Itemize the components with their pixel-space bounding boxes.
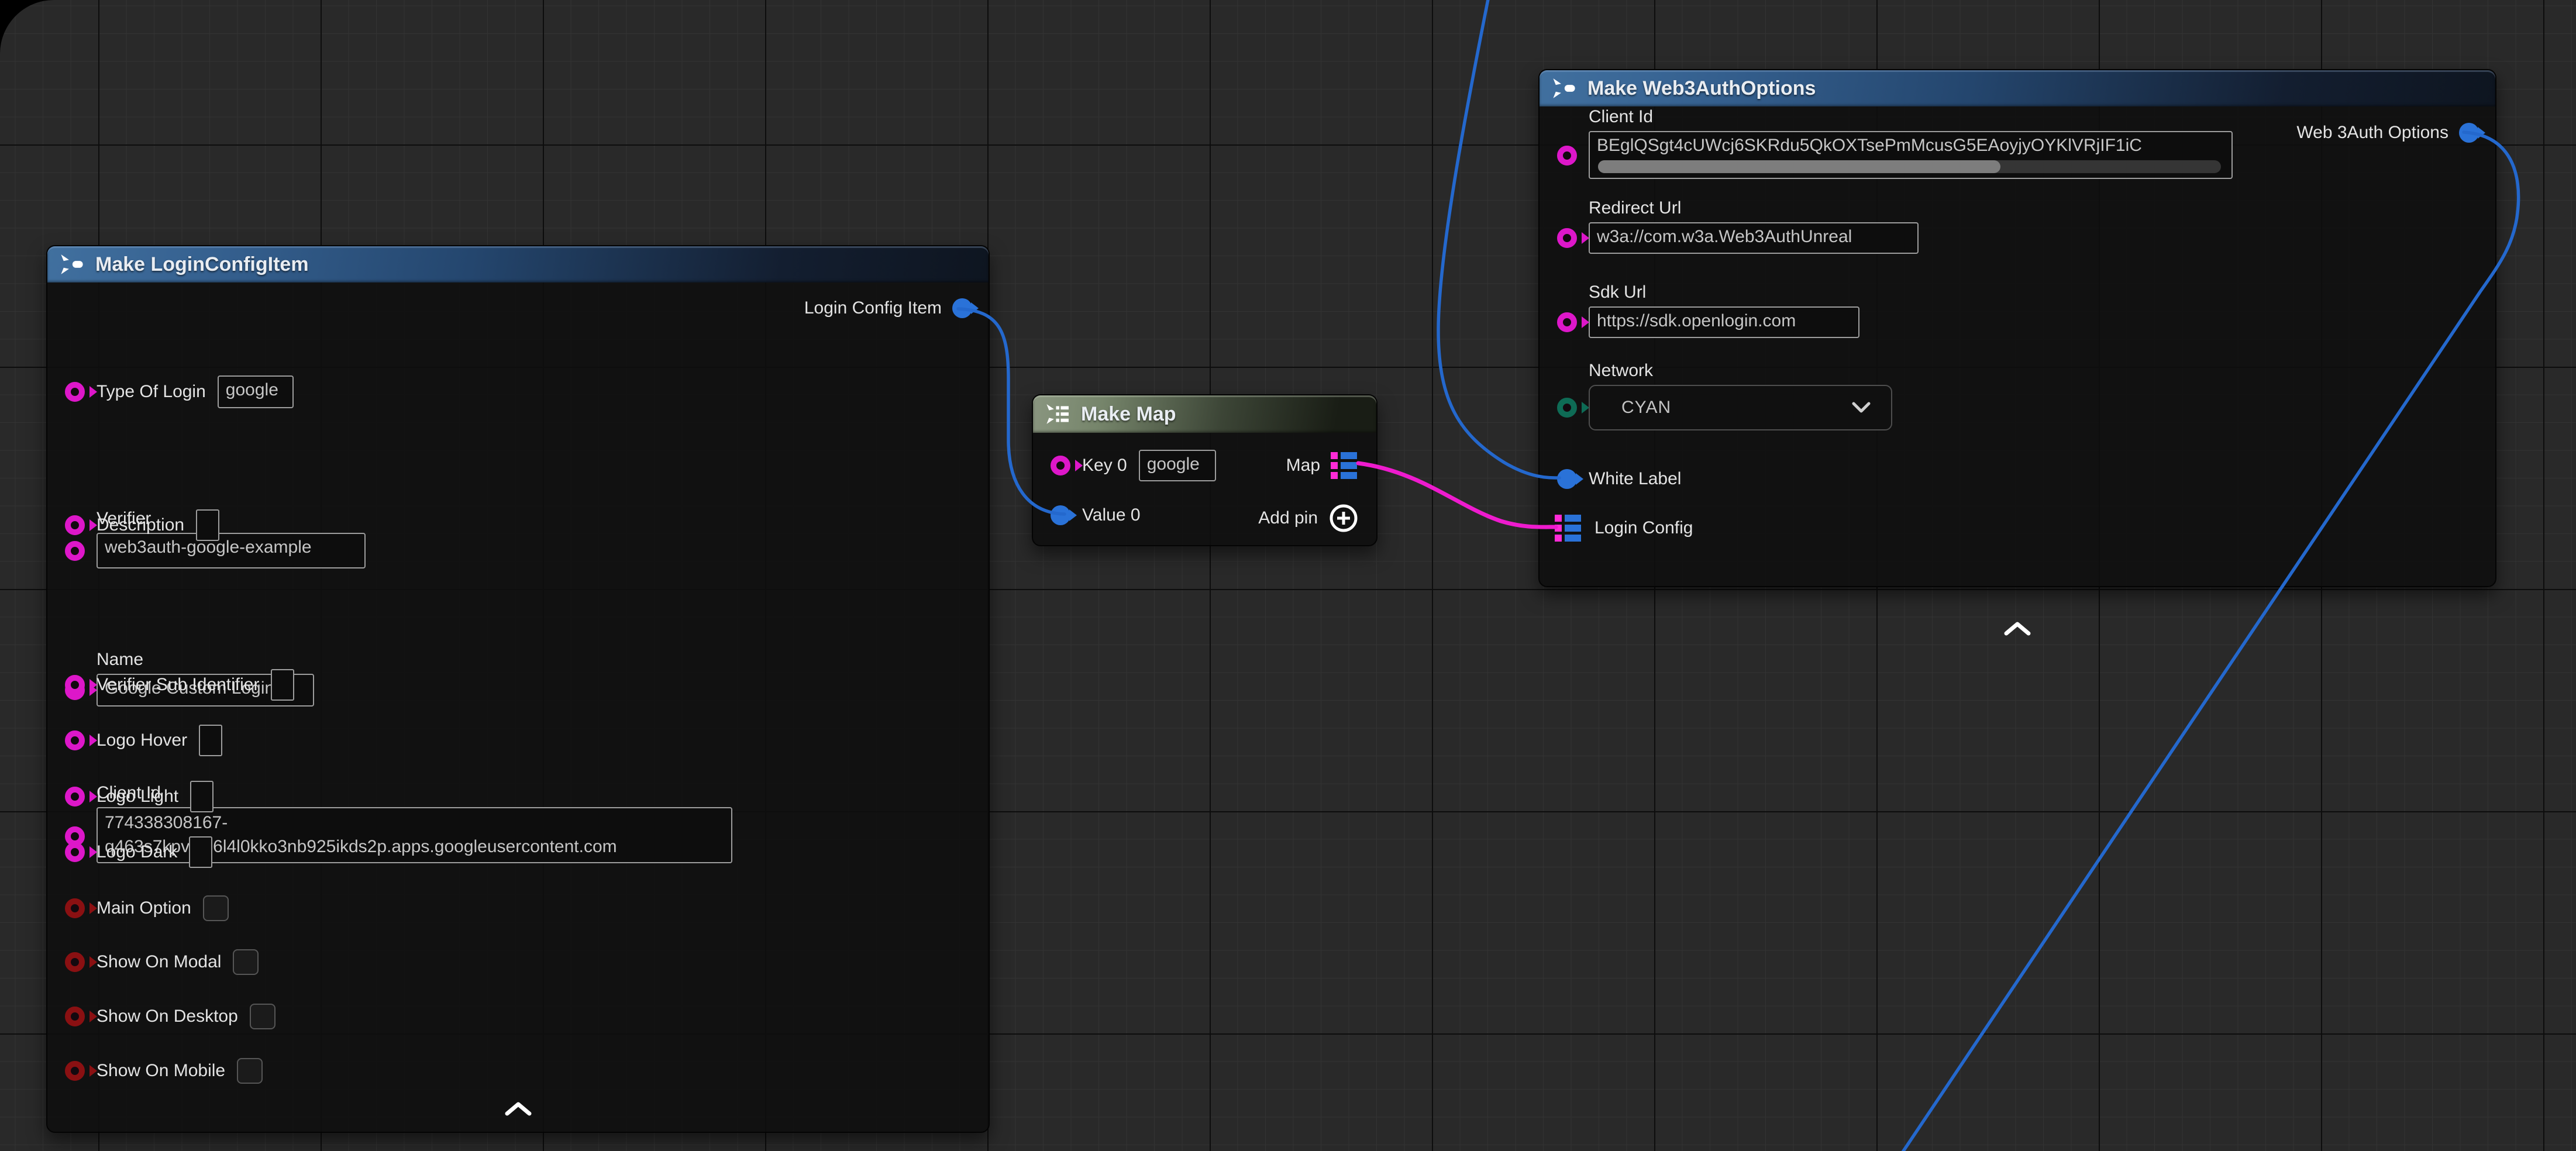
white-label-label: White Label [1589,468,1681,490]
logo-dark-input[interactable] [189,836,212,868]
wire-map-to-login-config [1358,463,1556,527]
chevron-down-icon [1851,401,1871,414]
key-0-label: Key 0 [1082,455,1127,476]
client-id-text: BEglQSgt4cUWcj6SKRdu5QkOXTsePmMcusG5EAoy… [1597,136,2142,155]
show-on-modal-pin[interactable] [65,952,85,972]
show-on-modal-label: Show On Modal [97,952,221,973]
key-0-input[interactable]: google [1139,450,1216,481]
name-label: Name [97,649,314,670]
login-config-item-output-pin[interactable] [952,298,972,318]
logo-hover-input[interactable] [199,725,222,756]
output-pin-label: Login Config Item [804,298,942,319]
collapse-node-button[interactable] [2004,621,2031,636]
logo-dark-label: Logo Dark [97,842,177,863]
show-on-desktop-label: Show On Desktop [97,1006,238,1027]
main-option-label: Main Option [97,898,191,919]
node-title: Make Map [1081,403,1176,426]
node-title: Make LoginConfigItem [95,253,309,276]
make-map-icon [1045,401,1070,427]
node-header[interactable]: Make Web3AuthOptions [1540,70,2495,106]
collapse-node-button[interactable] [505,1101,532,1116]
value-0-pin[interactable] [1051,505,1070,525]
logo-light-label: Logo Light [97,786,178,807]
map-output-label: Map [1286,455,1320,476]
logo-dark-pin[interactable] [65,842,85,862]
make-struct-icon [1551,75,1577,101]
login-config-label: Login Config [1594,518,1693,539]
logo-light-input[interactable] [190,781,213,812]
add-pin-label: Add pin [1258,508,1318,529]
key-0-pin[interactable] [1051,456,1070,475]
verifier-sub-identifier-label: Verifier Sub Identifier [97,674,259,695]
network-selected-value: CYAN [1621,398,1671,418]
node-make-map[interactable]: Make Map Key 0 google Map Value 0 Add pi… [1032,394,1377,546]
show-on-mobile-label: Show On Mobile [97,1060,225,1081]
show-on-modal-checkbox[interactable] [233,949,259,975]
login-config-pin[interactable] [1555,515,1583,542]
show-on-mobile-checkbox[interactable] [237,1058,263,1084]
type-of-login-label: Type Of Login [97,381,206,402]
make-struct-icon [59,251,85,277]
network-label: Network [1589,360,1892,381]
map-output-pin[interactable] [1331,452,1359,479]
type-of-login-pin[interactable] [65,382,85,402]
show-on-desktop-checkbox[interactable] [250,1004,275,1029]
client-id-pin[interactable] [1557,146,1577,166]
logo-hover-label: Logo Hover [97,730,187,751]
node-header[interactable]: Make LoginConfigItem [47,246,989,282]
value-0-label: Value 0 [1082,505,1141,526]
add-pin-button[interactable] [1328,503,1359,533]
verifier-sub-identifier-pin[interactable] [65,675,85,695]
sdk-url-pin[interactable] [1557,312,1577,332]
type-of-login-input[interactable]: google [218,375,294,408]
client-id-input[interactable]: BEglQSgt4cUWcj6SKRdu5QkOXTsePmMcusG5EAoy… [1589,131,2233,179]
logo-hover-pin[interactable] [65,730,85,750]
scrollbar-thumb[interactable] [1598,160,2000,173]
redirect-url-pin[interactable] [1557,228,1577,248]
logo-light-pin[interactable] [65,787,85,807]
sdk-url-input[interactable]: https://sdk.openlogin.com [1589,306,1859,338]
main-option-pin[interactable] [65,898,85,918]
network-pin[interactable] [1557,398,1577,418]
node-header[interactable]: Make Map [1033,395,1376,433]
verifier-sub-identifier-input[interactable] [271,669,294,701]
verifier-pin[interactable] [65,541,85,561]
show-on-desktop-pin[interactable] [65,1007,85,1026]
output-pin-label: Web 3Auth Options [2296,122,2448,143]
network-dropdown[interactable]: CYAN [1589,385,1892,430]
node-make-web3authoptions[interactable]: Make Web3AuthOptions Web 3Auth Options C… [1538,69,2496,587]
description-pin[interactable] [65,515,85,535]
sdk-url-label: Sdk Url [1589,282,1859,303]
graph-canvas[interactable]: Make LoginConfigItem Login Config Item V… [0,0,2576,1151]
redirect-url-label: Redirect Url [1589,198,1919,219]
client-id-hscrollbar[interactable] [1597,160,2224,173]
white-label-pin[interactable] [1557,469,1577,489]
main-option-checkbox[interactable] [203,895,229,921]
redirect-url-input[interactable]: w3a://com.w3a.Web3AuthUnreal [1589,222,1919,254]
show-on-mobile-pin[interactable] [65,1061,85,1081]
description-input[interactable] [196,509,219,541]
node-title: Make Web3AuthOptions [1587,77,1816,100]
node-make-loginconfigitem[interactable]: Make LoginConfigItem Login Config Item V… [46,245,990,1133]
description-label: Description [97,515,184,536]
web3auth-options-output-pin[interactable] [2459,123,2479,143]
client-id-label: Client Id [1589,106,2233,127]
blueprint-editor: { "canvas": { "background_color": "#2929… [0,0,2576,1151]
